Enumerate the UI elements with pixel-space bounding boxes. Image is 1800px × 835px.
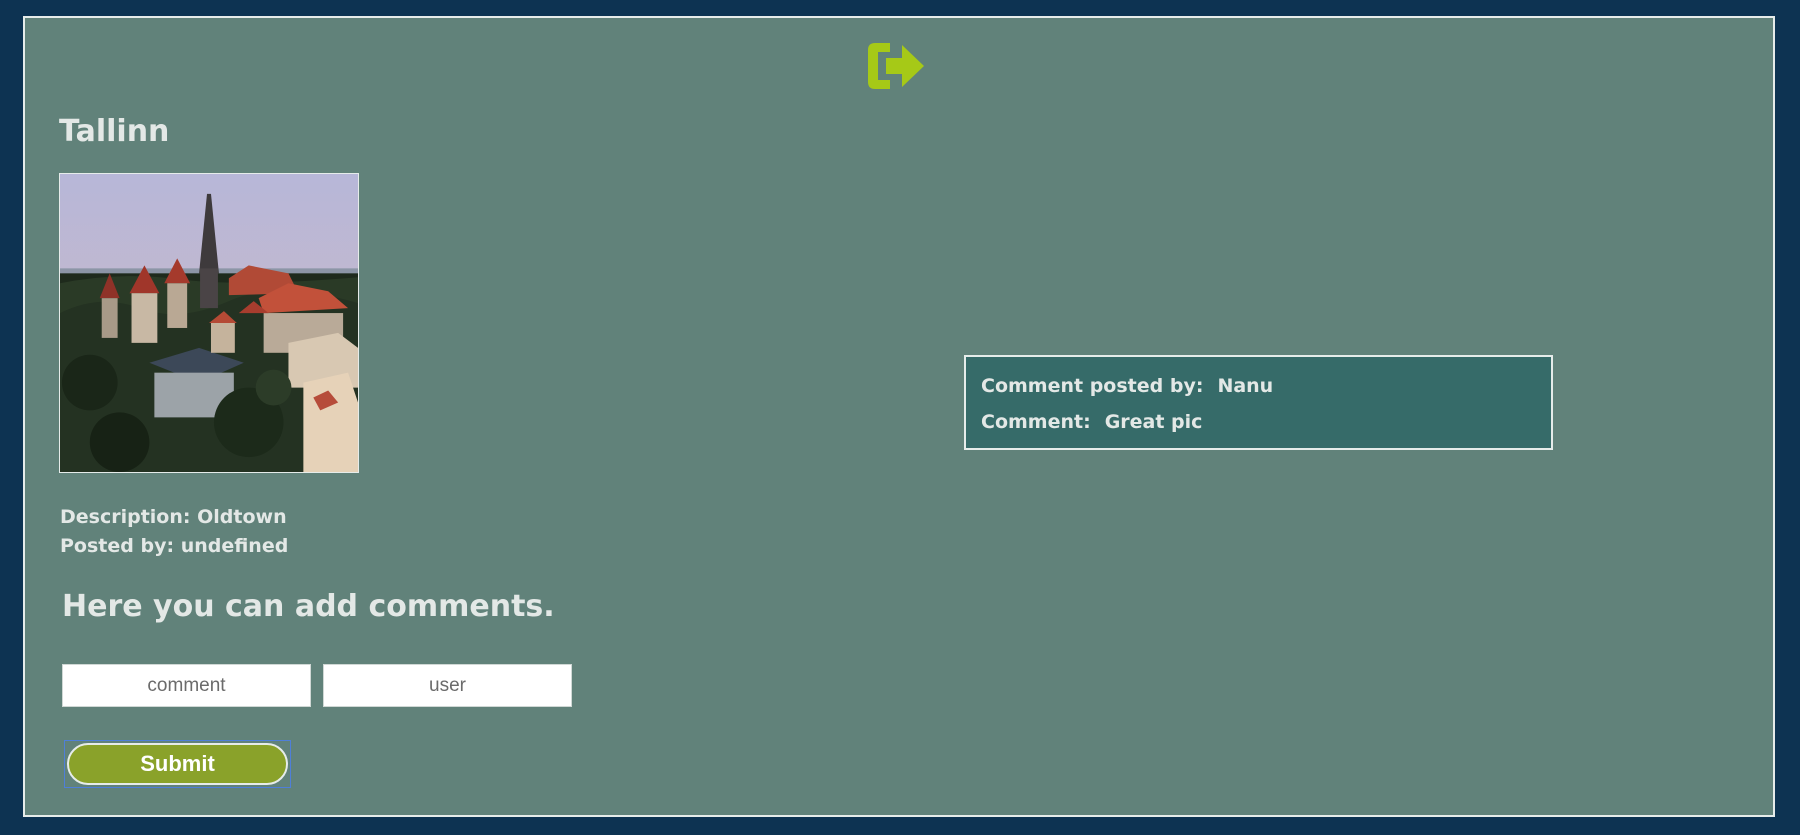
logout-icon-graphic	[868, 43, 924, 89]
posted-by-value: undefined	[180, 535, 289, 557]
description-value: Oldtown	[197, 506, 287, 528]
comments-heading: Here you can add comments.	[62, 589, 555, 624]
user-input[interactable]	[323, 664, 572, 707]
post-photo	[59, 173, 359, 473]
comment-text: Great pic	[1104, 411, 1203, 433]
description-label: Description:	[60, 506, 191, 528]
submit-focus-ring: Submit	[64, 740, 291, 788]
comment-card: Comment posted by: Nanu Comment: Great pic	[964, 355, 1553, 450]
post-title: Tallinn	[59, 114, 170, 149]
post-description: Description: Oldtown	[60, 506, 287, 528]
logout-icon[interactable]	[864, 38, 928, 94]
submit-button[interactable]: Submit	[67, 743, 288, 785]
comment-input[interactable]	[62, 664, 311, 707]
comment-author: Nanu	[1217, 375, 1274, 397]
comment-text-label: Comment:	[981, 411, 1091, 433]
comment-author-label: Comment posted by:	[981, 375, 1204, 397]
main-panel: Tallinn Description: Oldtown Posted by: …	[23, 16, 1775, 817]
posted-by-label: Posted by:	[60, 535, 175, 557]
city-photo-image	[60, 174, 358, 472]
comment-text-row: Comment: Great pic	[981, 411, 1202, 433]
post-author: Posted by: undefined	[60, 535, 288, 557]
comment-author-row: Comment posted by: Nanu	[981, 375, 1273, 397]
